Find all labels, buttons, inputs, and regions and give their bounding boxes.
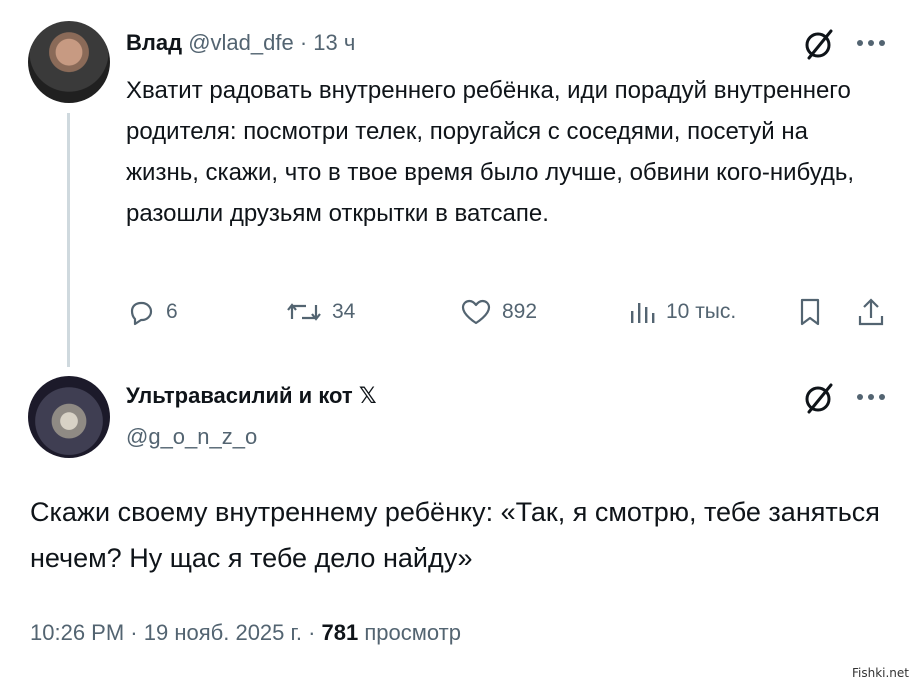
grok-icon[interactable]	[802, 381, 836, 420]
more-icon[interactable]	[856, 36, 886, 54]
repost-button[interactable]: 34	[286, 294, 355, 330]
author-name[interactable]: Ультравасилий и кот	[126, 383, 353, 408]
reply-button[interactable]: 6	[126, 294, 178, 330]
reply-count: 6	[166, 300, 178, 323]
tweet-time[interactable]: 10:26 PM	[30, 620, 124, 645]
bookmark-icon	[800, 298, 820, 326]
more-icon[interactable]	[856, 390, 886, 408]
tweet-meta: 10:26 PM · 19 нояб. 2025 г. · 781 просмо…	[30, 620, 461, 646]
analytics-icon	[631, 303, 655, 323]
tweet-actions: 6 34 892 10 тыс.	[126, 294, 896, 330]
bookmark-button[interactable]	[796, 294, 824, 330]
separator: ·	[130, 620, 138, 645]
views-label: просмотр	[364, 620, 461, 645]
like-count: 892	[502, 300, 538, 323]
separator: ·	[299, 30, 308, 55]
thread-line	[67, 113, 70, 367]
repost-count: 34	[332, 300, 356, 323]
share-icon	[858, 298, 884, 326]
share-button[interactable]	[856, 294, 886, 330]
x-badge: 𝕏	[358, 383, 377, 408]
avatar[interactable]	[28, 21, 110, 103]
heart-icon	[461, 299, 491, 325]
tweet-date[interactable]: 19 нояб. 2025 г.	[144, 620, 302, 645]
tweet-time[interactable]: 13 ч	[313, 30, 355, 55]
reply-icon	[130, 301, 153, 326]
tweet-text: Скажи своему внутреннему ребёнку: «Так, …	[30, 497, 880, 573]
tweet-header: Ультравасилий и кот 𝕏	[126, 383, 377, 409]
author-name[interactable]: Влад	[126, 30, 182, 55]
like-button[interactable]: 892	[460, 294, 537, 330]
views-button[interactable]: 10 тыс.	[628, 294, 736, 330]
views-count: 10 тыс.	[666, 300, 737, 323]
repost-icon	[287, 303, 321, 321]
author-handle[interactable]: @g_o_n_z_o	[126, 424, 257, 450]
separator: ·	[308, 620, 316, 645]
watermark: Fishki.net	[851, 666, 909, 680]
views-count: 781	[321, 620, 359, 645]
tweet-header: Влад @vlad_dfe · 13 ч	[126, 30, 355, 56]
grok-icon[interactable]	[802, 27, 836, 66]
tweet-text: Хватит радовать внутреннего ребёнка, иди…	[126, 77, 855, 227]
avatar[interactable]	[28, 376, 110, 458]
author-handle[interactable]: @vlad_dfe	[188, 30, 294, 55]
